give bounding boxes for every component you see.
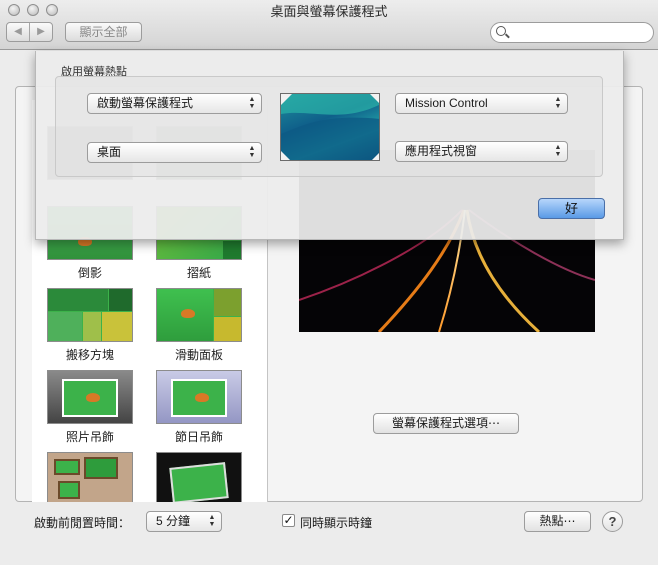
forward-icon[interactable]: ▶ <box>30 23 52 41</box>
saver-thumbnail-photo-mobile[interactable] <box>47 370 133 424</box>
top-left-corner-popup[interactable]: 啟動螢幕保護程式 ▲ ▼ <box>87 93 262 114</box>
help-button[interactable]: ? <box>602 511 623 532</box>
top-left-corner-value: 啟動螢幕保護程式 <box>97 96 194 110</box>
show-clock-checkbox[interactable]: ✓ <box>282 514 295 527</box>
window-title: 桌面與螢幕保護程式 <box>270 4 388 19</box>
bottom-right-corner-value: 應用程式視窗 <box>405 144 478 158</box>
saver-label: 照片吊飾 <box>65 430 114 444</box>
saver-label: 倒影 <box>77 266 102 280</box>
saver-thumbnail-holiday-mobile[interactable] <box>156 370 242 424</box>
ok-button[interactable]: 好 <box>538 198 605 219</box>
back-icon[interactable]: ◀ <box>7 23 30 41</box>
saver-label: 摺紙 <box>186 266 211 280</box>
search-icon <box>496 26 506 36</box>
show-all-button[interactable]: 顯示全部 <box>65 22 142 42</box>
saver-thumbnail-shifting-tiles[interactable] <box>47 288 133 342</box>
popup-arrows-icon: ▲ ▼ <box>208 514 216 528</box>
saver-label: 節日吊飾 <box>174 430 223 444</box>
idle-time-popup[interactable]: 5 分鐘 ▲ ▼ <box>146 511 222 532</box>
saver-thumbnail-photo-wall[interactable] <box>47 452 133 502</box>
top-right-corner-value: Mission Control <box>405 96 488 110</box>
bottom-right-corner-popup[interactable]: 應用程式視窗 ▲ ▼ <box>395 141 568 162</box>
show-clock-label: 同時顯示時鐘 <box>300 516 373 530</box>
window-toolbar: 桌面與螢幕保護程式 ◀ ▶ 顯示全部 <box>0 0 658 50</box>
popup-arrows-icon: ▲ ▼ <box>248 96 256 110</box>
back-forward-control: ◀ ▶ <box>6 22 53 42</box>
popup-arrows-icon: ▲ ▼ <box>554 144 562 158</box>
saver-label: 滑動面板 <box>174 348 223 362</box>
saver-thumbnail-vintage-prints[interactable] <box>156 452 242 502</box>
screen-saver-options-button[interactable]: 螢幕保護程式選項⋯ <box>373 413 519 434</box>
search-input[interactable] <box>490 22 654 43</box>
top-right-corner-popup[interactable]: Mission Control ▲ ▼ <box>395 93 568 114</box>
idle-time-label: 啟動前閒置時間： <box>34 516 131 530</box>
wave-wallpaper-image <box>281 94 379 160</box>
idle-time-value: 5 分鐘 <box>156 514 191 528</box>
popup-arrows-icon: ▲ ▼ <box>554 96 562 110</box>
bottom-left-corner-popup[interactable]: 桌面 ▲ ▼ <box>87 142 262 163</box>
hot-corners-button[interactable]: 熱點⋯ <box>524 511 591 532</box>
saver-label: 搬移方塊 <box>65 348 114 362</box>
saver-thumbnail-sliding-panels[interactable] <box>156 288 242 342</box>
screen-corners-preview <box>280 93 380 161</box>
bottom-left-corner-value: 桌面 <box>97 145 122 159</box>
popup-arrows-icon: ▲ ▼ <box>248 145 256 159</box>
